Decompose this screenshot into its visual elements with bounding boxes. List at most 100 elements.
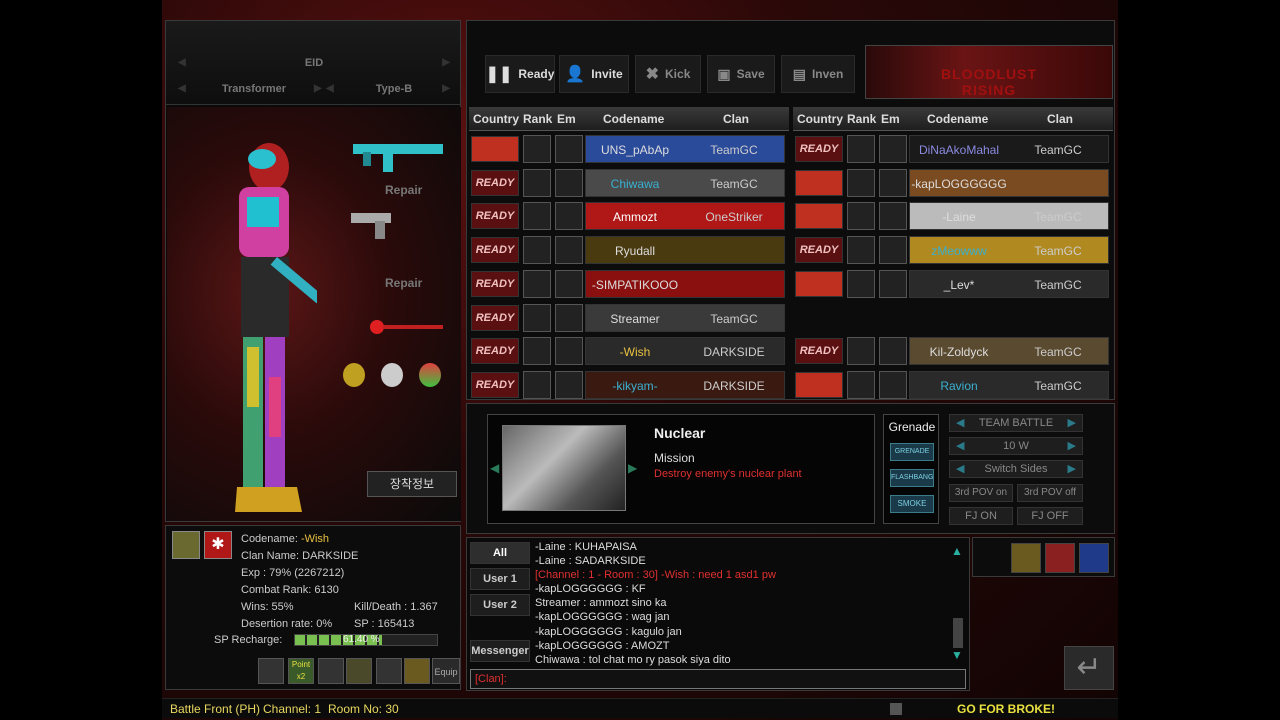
chat-tab-messenger[interactable]: Messenger xyxy=(470,640,530,662)
name-card: Kil-Zoldyck TeamGC xyxy=(909,337,1109,366)
player-row[interactable]: _Lev* TeamGC xyxy=(793,268,1113,299)
arrow-left-icon[interactable]: ◀ xyxy=(956,438,964,454)
equip-button[interactable]: Equip xyxy=(432,658,460,684)
chat-input[interactable]: [Clan]: xyxy=(470,669,966,689)
chat-scrollbar[interactable]: ▲ ▼ xyxy=(951,544,965,662)
crossed-swords-icon[interactable] xyxy=(346,658,372,684)
secondary-weapon-icon[interactable] xyxy=(341,203,401,243)
emblem-icon xyxy=(555,202,583,231)
player-row[interactable]: READY Chiwawa TeamGC xyxy=(469,167,789,198)
scroll-up-icon[interactable]: ▲ xyxy=(951,544,963,558)
invite-label: Invite xyxy=(591,67,623,81)
arrow-right-icon[interactable]: ▶ xyxy=(442,83,450,94)
invite-button[interactable]: 👤 Invite xyxy=(559,55,629,93)
loadout-selector-row-1[interactable]: ◀ EID ▶ xyxy=(174,55,454,73)
loadout-selector: ◀ EID ▶ ◀ Transformer ▶ ◀ Type-B ▶ xyxy=(166,21,460,105)
pov-on-button[interactable]: 3rd POV on xyxy=(949,484,1013,502)
rank-icon xyxy=(523,236,551,265)
melee-weapon-icon[interactable] xyxy=(367,317,447,337)
equipment-info-button[interactable]: 장착정보 xyxy=(367,471,457,497)
inventory-button[interactable]: ▤ Inven xyxy=(781,55,855,93)
rank-crown-icon[interactable] xyxy=(1011,543,1041,573)
switch-sides-selector[interactable]: ◀ Switch Sides ▶ xyxy=(949,460,1083,478)
arrow-right-icon[interactable]: ▶ xyxy=(442,57,450,68)
ready-button[interactable]: ❚❚ Ready xyxy=(485,55,555,93)
chat-tab-user2[interactable]: User 2 xyxy=(470,594,530,616)
chat-line: -kapLOGGGGGG : AMOZT xyxy=(535,639,670,652)
player-row[interactable]: READY Ryudall xyxy=(469,234,789,265)
player-row[interactable]: READY -SIMPATIKOOO xyxy=(469,268,789,299)
arrow-left-icon[interactable]: ◀ xyxy=(956,415,964,431)
pov-off-button[interactable]: 3rd POV off xyxy=(1017,484,1083,502)
player-clan: TeamGC xyxy=(710,176,758,191)
fj-off-button[interactable]: FJ OFF xyxy=(1017,507,1083,525)
map-info: ◀ ▶ Nuclear Mission Destroy enemy's nucl… xyxy=(487,414,875,524)
player-row[interactable]: -kapLOGGGGGG xyxy=(793,167,1113,198)
item-slot-icon[interactable] xyxy=(318,658,344,684)
secondary-repair-button[interactable]: Repair xyxy=(385,276,422,290)
arrow-right-icon[interactable]: ▶ xyxy=(1068,415,1076,431)
kick-button[interactable]: ✖ Kick xyxy=(635,55,701,93)
pause-icon: ❚❚ xyxy=(485,66,513,83)
prev-map-arrow-icon[interactable]: ◀ xyxy=(490,461,499,475)
item-slot-icon[interactable] xyxy=(376,658,402,684)
player-clan: DARKSIDE xyxy=(703,345,765,360)
arrow-right-icon[interactable]: ▶ xyxy=(314,83,322,94)
player-row[interactable]: READY Ammozt OneStriker xyxy=(469,200,789,231)
arrow-right-icon[interactable]: ▶ xyxy=(1068,438,1076,454)
save-button[interactable]: ▣ Save xyxy=(707,55,775,93)
fj-on-button[interactable]: FJ ON xyxy=(949,507,1013,525)
smoke-grenade-icon[interactable] xyxy=(419,363,441,387)
player-codename: Streamer xyxy=(610,311,660,326)
name-card: Streamer TeamGC xyxy=(585,303,785,332)
player-row[interactable]: -Laine TeamGC xyxy=(793,200,1113,231)
primary-repair-button[interactable]: Repair xyxy=(385,183,422,197)
player-row[interactable] xyxy=(793,302,1113,333)
arrow-right-icon[interactable]: ▶ xyxy=(1068,461,1076,477)
flashbang-toggle[interactable]: FLASHBANG xyxy=(890,469,934,487)
player-row[interactable]: READY -Wish DARKSIDE xyxy=(469,335,789,366)
chat-log: -Laine : KUHAPAISA -Laine : SADARKSIDE [Ch… xyxy=(535,540,955,666)
flashbang-icon[interactable] xyxy=(381,363,403,387)
player-row[interactable]: UNS_pAbAp TeamGC xyxy=(469,133,789,164)
grenade-icon[interactable] xyxy=(343,363,365,387)
rank-icon xyxy=(847,168,875,197)
arrow-left-icon[interactable]: ◀ xyxy=(178,83,186,94)
arrow-left-icon[interactable]: ◀ xyxy=(326,83,334,94)
scroll-thumb[interactable] xyxy=(953,618,963,648)
mode-selector[interactable]: ◀ TEAM BATTLE ▶ xyxy=(949,414,1083,432)
clan-header: Clan xyxy=(723,112,750,126)
rank-icon xyxy=(847,370,875,399)
hammer-icon[interactable] xyxy=(404,658,430,684)
player-row[interactable]: READY zMeowww TeamGC xyxy=(793,234,1113,265)
win-selector[interactable]: ◀ 10 W ▶ xyxy=(949,437,1083,455)
back-button[interactable]: ↵ xyxy=(1064,646,1114,690)
chat-tab-all[interactable]: All xyxy=(470,542,530,564)
player-row[interactable]: READY DiNaAkoMahal TeamGC xyxy=(793,133,1113,164)
save-label: Save xyxy=(736,67,765,81)
map-thumbnail[interactable] xyxy=(502,425,626,511)
character-panel: ◀ EID ▶ ◀ Transformer ▶ ◀ Type-B ▶ Repai… xyxy=(165,20,461,522)
codename-header: Codename xyxy=(927,112,989,126)
player-row[interactable]: Ravion TeamGC xyxy=(793,369,1113,400)
arrow-left-icon[interactable]: ◀ xyxy=(956,461,964,477)
primary-weapon-icon[interactable] xyxy=(343,111,453,191)
loadout-selector-row-2[interactable]: ◀ Transformer ▶ ◀ Type-B ▶ xyxy=(174,81,454,99)
player-clan: TeamGC xyxy=(710,311,758,326)
smoke-toggle[interactable]: SMOKE xyxy=(890,495,934,513)
profile-clan-row: Clan Name: DARKSIDE xyxy=(241,550,358,562)
item-slot-icon[interactable] xyxy=(258,658,284,684)
grenade-toggle[interactable]: GRENADE xyxy=(890,443,934,461)
point-x2-icon[interactable]: Point x2 xyxy=(288,658,314,684)
player-codename: Ravion xyxy=(940,378,978,393)
chat-tab-user1[interactable]: User 1 xyxy=(470,568,530,590)
emblem-icon xyxy=(555,135,583,163)
scroll-down-icon[interactable]: ▼ xyxy=(951,648,963,662)
emblem-icon xyxy=(555,236,583,265)
next-map-arrow-icon[interactable]: ▶ xyxy=(628,461,637,475)
player-row[interactable]: READY -kikyam- DARKSIDE xyxy=(469,369,789,400)
player-row[interactable]: READY Streamer TeamGC xyxy=(469,302,789,333)
refresh-icon[interactable] xyxy=(1079,543,1109,573)
player-row[interactable]: READY Kil-Zoldyck TeamGC xyxy=(793,335,1113,366)
clan-badge-icon[interactable] xyxy=(1045,543,1075,573)
